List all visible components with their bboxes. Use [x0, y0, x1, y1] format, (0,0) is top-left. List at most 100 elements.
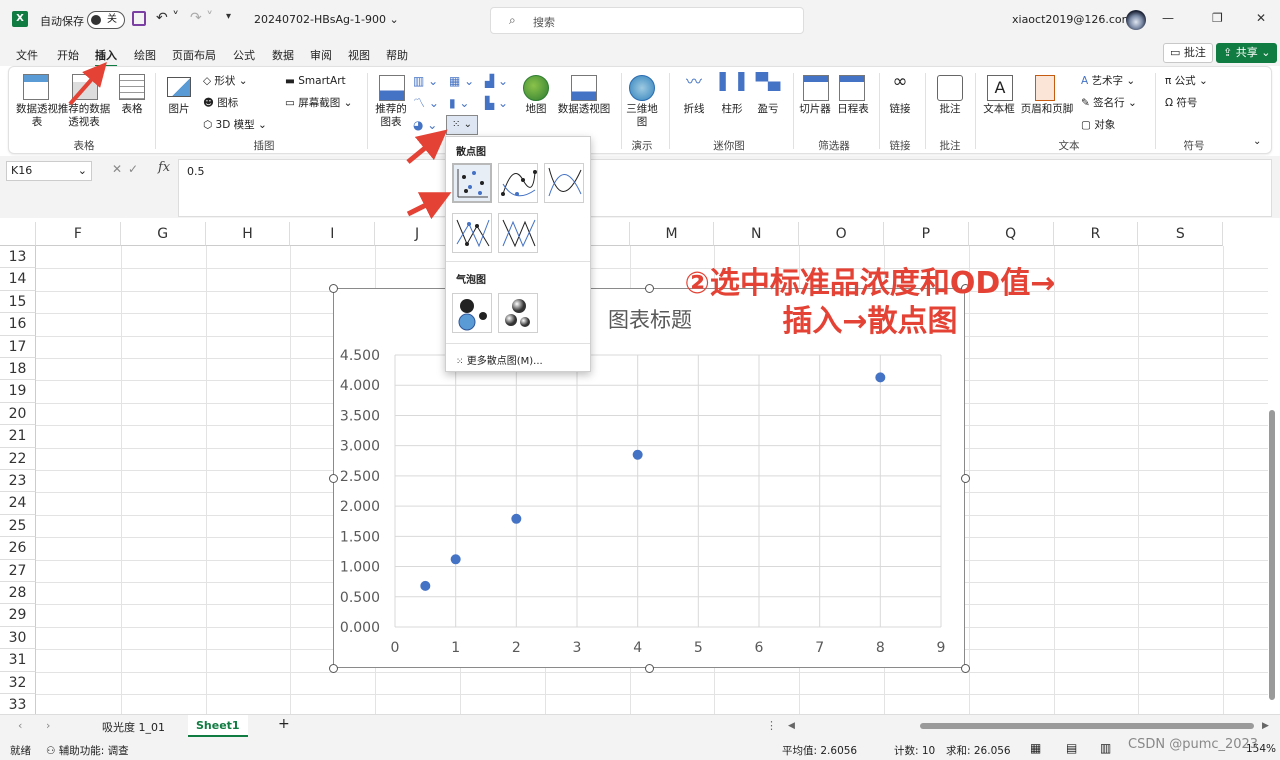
statistic-chart-button[interactable]: ▮ ⌄	[449, 97, 469, 110]
sparkline-column-button[interactable]: 柱形	[715, 103, 749, 116]
column-chart-button[interactable]: ▥ ⌄	[413, 75, 438, 88]
3d-map-button[interactable]: 三维地图	[623, 103, 661, 129]
page-layout-view-icon[interactable]: ▤	[1066, 741, 1077, 755]
maximize-icon[interactable]: ❐	[1212, 11, 1223, 25]
recommended-charts-button[interactable]: 推荐的图表	[371, 103, 411, 129]
name-box[interactable]: K16 ⌄	[6, 161, 92, 181]
combo-chart-button[interactable]: ▙ ⌄	[485, 97, 508, 110]
row-header-13[interactable]: 13	[0, 246, 36, 269]
column-header-i[interactable]: I	[290, 222, 376, 246]
data-point[interactable]	[450, 554, 461, 565]
sparkline-winloss-button[interactable]: 盈亏	[751, 103, 785, 116]
bubble-3d-option[interactable]	[498, 293, 538, 333]
vertical-scrollbar[interactable]	[1269, 410, 1275, 700]
screenshot-button[interactable]: ▭ 屏幕截图 ⌄	[285, 97, 352, 110]
row-header-26[interactable]: 26	[0, 537, 36, 560]
row-header-15[interactable]: 15	[0, 290, 36, 314]
line-chart-button[interactable]: 〽 ⌄	[413, 97, 439, 110]
timeline-button[interactable]: 日程表	[835, 103, 871, 116]
resize-handle[interactable]	[329, 284, 338, 293]
close-icon[interactable]: ✕	[1256, 11, 1266, 25]
column-header-r[interactable]: R	[1053, 222, 1139, 246]
row-header-24[interactable]: 24	[0, 492, 36, 515]
slicer-button[interactable]: 切片器	[795, 103, 835, 116]
row-header-25[interactable]: 25	[0, 514, 36, 538]
row-header-29[interactable]: 29	[0, 604, 36, 627]
icons-button[interactable]: ☻ 图标	[203, 97, 238, 110]
scatter-smooth-markers-option[interactable]	[498, 163, 538, 203]
scroll-right-icon[interactable]: ▶	[1262, 721, 1269, 731]
tab-view[interactable]: 视图	[348, 47, 370, 63]
row-header-21[interactable]: 21	[0, 425, 36, 448]
equation-button[interactable]: π 公式 ⌄	[1165, 75, 1208, 88]
normal-view-icon[interactable]: ▦	[1030, 741, 1041, 755]
column-header-n[interactable]: N	[714, 222, 800, 246]
user-email[interactable]: xiaoct2019@126.com	[1012, 13, 1132, 26]
resize-handle[interactable]	[329, 474, 338, 483]
tab-draw[interactable]: 绘图	[134, 47, 156, 63]
pivot-chart-button[interactable]: 数据透视图	[555, 103, 613, 116]
header-footer-button[interactable]: 页眉和页脚	[1019, 103, 1075, 116]
tab-help[interactable]: 帮助	[386, 47, 408, 63]
avatar[interactable]	[1126, 10, 1146, 30]
more-options-icon[interactable]: ⋮	[766, 719, 777, 732]
bubble-option[interactable]	[452, 293, 492, 333]
row-header-28[interactable]: 28	[0, 582, 36, 605]
page-break-view-icon[interactable]: ▥	[1100, 741, 1111, 755]
select-all-corner[interactable]	[0, 222, 36, 246]
column-header-q[interactable]: Q	[968, 222, 1054, 246]
row-header-23[interactable]: 23	[0, 470, 36, 493]
3d-models-button[interactable]: ⬡ 3D 模型 ⌄	[203, 119, 267, 132]
recommended-pivot-button[interactable]: 推荐的数据透视表	[55, 103, 113, 129]
object-button[interactable]: ▢ 对象	[1081, 119, 1115, 132]
resize-handle[interactable]	[329, 664, 338, 673]
autosave-toggle[interactable]: 关	[87, 11, 125, 29]
data-point[interactable]	[875, 372, 886, 383]
sparkline-line-button[interactable]: 折线	[677, 103, 711, 116]
prev-sheet-icon[interactable]: ‹	[18, 719, 22, 732]
scatter-smooth-option[interactable]	[544, 163, 584, 203]
data-point[interactable]	[511, 513, 522, 524]
search-box[interactable]: ⌕ 搜索	[490, 7, 804, 34]
maps-button[interactable]: 地图	[517, 103, 555, 116]
symbol-button[interactable]: Ω 符号	[1165, 97, 1197, 110]
scroll-left-icon[interactable]: ◀	[788, 721, 795, 731]
comment-button[interactable]: 批注	[931, 103, 969, 116]
formula-cancel-enter-icons[interactable]: ✕✓	[112, 162, 144, 176]
undo-icon[interactable]: ↶ ˅	[156, 10, 179, 26]
column-header-p[interactable]: P	[884, 222, 969, 246]
column-header-h[interactable]: H	[205, 222, 291, 246]
resize-handle[interactable]	[961, 474, 970, 483]
tab-insert[interactable]: 插入	[95, 47, 117, 67]
pictures-button[interactable]: 图片	[159, 103, 199, 116]
tab-review[interactable]: 审阅	[310, 47, 332, 63]
column-header-g[interactable]: G	[120, 222, 206, 246]
share-button[interactable]: ⇪ 共享 ⌄	[1216, 43, 1278, 63]
row-header-16[interactable]: 16	[0, 313, 36, 336]
scatter-chart[interactable]: 0.000 0.500 1.000 1.500 2.000 2.500 3.000 3.500…	[329, 284, 970, 673]
row-header-17[interactable]: 17	[0, 335, 36, 358]
tab-file[interactable]: 文件	[16, 47, 38, 63]
link-button[interactable]: 链接	[885, 103, 915, 116]
more-scatter-charts-link[interactable]: ⁙ 更多散点图(M)...	[456, 352, 543, 367]
redo-icon[interactable]: ↷ ˅	[190, 10, 213, 26]
horizontal-scrollbar[interactable]	[920, 723, 1254, 729]
row-header-20[interactable]: 20	[0, 402, 36, 426]
textbox-button[interactable]: 文本框	[979, 103, 1019, 116]
signature-button[interactable]: ✎ 签名行 ⌄	[1081, 97, 1137, 110]
shapes-button[interactable]: ◇ 形状 ⌄	[203, 75, 248, 88]
tab-formulas[interactable]: 公式	[233, 47, 255, 63]
scatter-straight-markers-option[interactable]	[452, 213, 492, 253]
fx-icon[interactable]: fx	[158, 160, 170, 175]
resize-handle[interactable]	[961, 664, 970, 673]
data-point[interactable]	[420, 580, 431, 591]
data-point[interactable]	[632, 449, 643, 460]
row-header-32[interactable]: 32	[0, 671, 36, 694]
accessibility-status[interactable]: ⚇ 辅助功能: 调查	[46, 743, 129, 758]
column-header-m[interactable]: M	[629, 222, 715, 246]
pivot-table-button[interactable]: 数据透视表	[15, 103, 59, 129]
row-header-19[interactable]: 19	[0, 380, 36, 403]
sheet-tab-active[interactable]: Sheet1	[188, 715, 248, 737]
save-icon[interactable]	[132, 11, 146, 26]
row-header-22[interactable]: 22	[0, 447, 36, 470]
